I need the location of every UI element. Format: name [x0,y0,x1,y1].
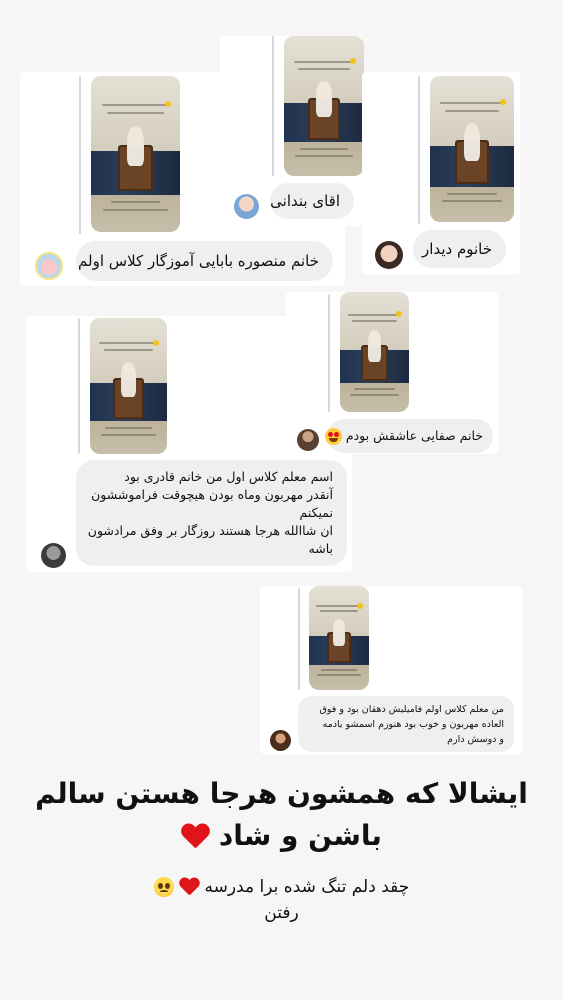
story-thumbnail[interactable] [284,36,364,176]
sub-caption-line-1: چقد دلم تنگ شده برا مدرسه [60,874,503,900]
person-avatar[interactable] [41,543,66,568]
story-reply-line [79,76,81,234]
story-sub-caption: چقد دلم تنگ شده برا مدرسه رفتن [60,874,503,926]
reply-text-line: باشه [308,541,333,556]
reply-text-line: من معلم کلاس اولم فامیلیش دهقان بود و فو… [319,704,504,715]
cartoon-girl-avatar[interactable] [35,252,63,280]
story-reply-line [272,36,274,176]
sub-caption-line-2: رفتن [264,903,299,923]
story-reply-line [418,76,420,224]
reply-bubble: خانوم دیدار [413,230,506,268]
caption-line-1: ایشالا که همشون هرجا هستن سالم [35,777,528,810]
story-reply-line [298,588,300,690]
story-thumbnail[interactable] [90,318,167,454]
reply-bubble: من معلم کلاس اولم فامیلیش دهقان بود و فو… [298,696,514,752]
caption-line-2: باشن و شاد [20,815,543,857]
reply-text-line: نمیکنم [299,505,333,520]
woman-avatar[interactable] [375,241,403,269]
pleading-face-icon [153,877,174,897]
reply-bubble: خانم صفایی عاشقش بودم [324,419,493,453]
reply-text: خانم منصوره بابایی آموزگار کلاس اولم [78,252,319,270]
couple-avatar[interactable] [270,730,291,751]
story-caption: ایشالا که همشون هرجا هستن سالم باشن و شا… [20,773,543,857]
man-avatar[interactable] [297,429,319,451]
story-thumbnail[interactable] [91,76,180,232]
reply-text: اقای بندانی [270,192,340,210]
reply-bubble: اقای بندانی [270,183,354,219]
reply-text-line: ان شاالله هرجا هستند روزگار بر وفق مرادش… [87,523,333,538]
reply-bubble: اسم معلم کلاس اول من خانم قادری بود آنقد… [76,460,347,566]
reply-text-line: و دوسش دارم [447,734,504,745]
reply-text: خانوم دیدار [422,240,492,258]
red-heart-icon [179,878,199,896]
reply-text-line: آنقدر مهربون وماه بودن هیچوقت فراموششون [91,487,333,502]
reply-text: خانم صفایی عاشقش بودم [345,428,483,443]
reply-text-line: العاده مهربون و خوب بود هنوزم اسمشو یادم… [322,719,504,730]
reply-bubble: خانم منصوره بابایی آموزگار کلاس اولم [76,241,333,281]
story-thumbnail[interactable] [430,76,514,222]
reply-text-line: اسم معلم کلاس اول من خانم قادری بود [124,469,333,484]
child-avatar[interactable] [234,194,259,219]
heart-eyes-emoji-icon [324,428,342,445]
red-heart-icon [181,824,209,850]
story-thumbnail[interactable] [309,586,369,690]
story-reply-line [328,294,330,412]
story-reply-line [78,318,80,454]
story-thumbnail[interactable] [340,292,409,412]
